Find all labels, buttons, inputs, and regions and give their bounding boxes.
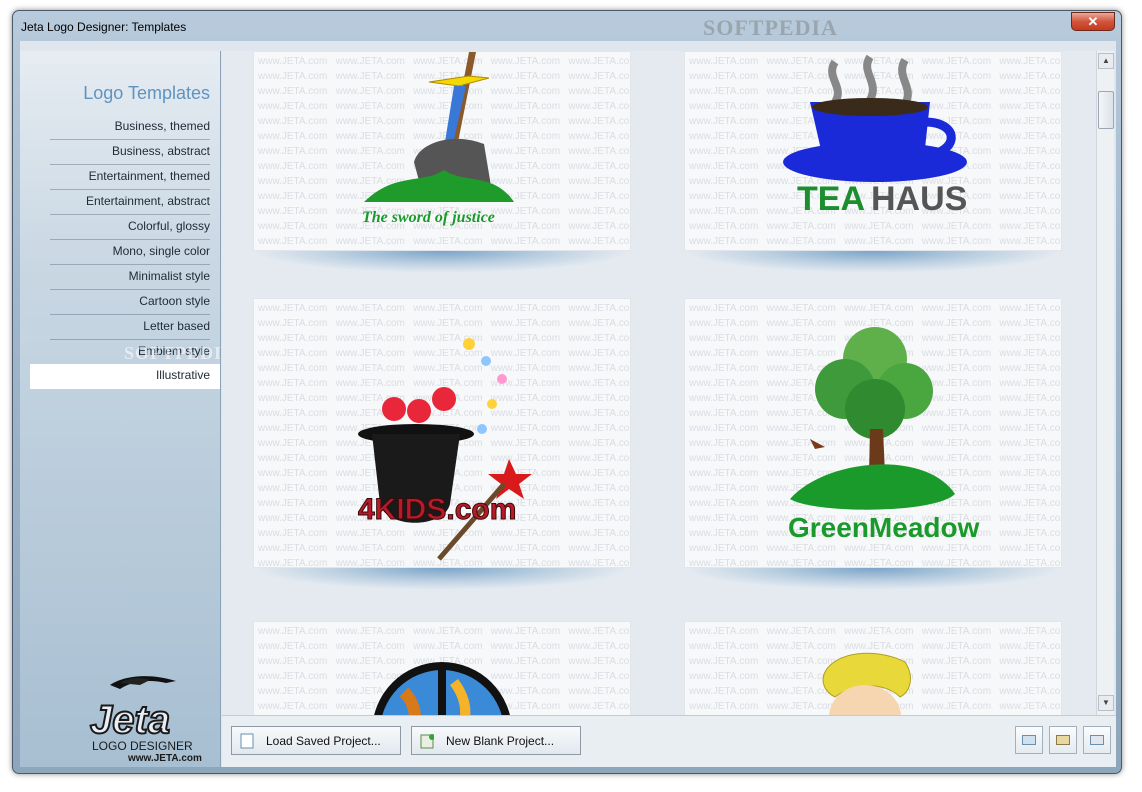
sidebar-item-minimalist-style[interactable]: Minimalist style [50,265,210,290]
tea-cup-logo-icon: TEA HAUS [783,54,967,218]
tree-logo-icon: GreenMeadow [788,327,980,543]
template-card-4kids[interactable]: www.JETA.com www.JETA.com www.JETA.com w… [253,298,631,568]
sidebar-item-mono-single-color[interactable]: Mono, single color [50,240,210,265]
sidebar-item-colorful-glossy[interactable]: Colorful, glossy [50,215,210,240]
card-shadow [684,568,1062,590]
view-large-icon[interactable] [1015,726,1043,754]
scroll-thumb[interactable] [1098,91,1114,129]
card-shadow [253,251,631,273]
vertical-scrollbar[interactable]: ▲ ▼ [1096,51,1114,715]
sidebar-item-business-themed[interactable]: Business, themed [50,115,210,140]
card-shadow [684,251,1062,273]
sidebar-item-illustrative[interactable]: Illustrative [30,364,220,389]
template-card-greenmeadow[interactable]: www.JETA.com www.JETA.com www.JETA.com w… [684,298,1062,568]
jeta-logo-icon: Jeta [89,676,176,743]
sword-logo-icon: The sword of justice [362,52,514,226]
close-button[interactable]: ✕ [1071,12,1115,31]
template-card-tea[interactable]: www.JETA.com www.JETA.com www.JETA.com w… [684,51,1062,251]
document-icon [240,733,254,749]
4kids-caption: 4KIDS.com [358,493,516,526]
new-blank-project-label: New Blank Project... [446,734,555,748]
title-bar: Jeta Logo Designer: Templates SOFTPEDIA … [13,11,1121,41]
greenmeadow-caption: GreenMeadow [788,512,980,543]
sidebar: Logo Templates Business, themed Business… [20,51,235,767]
sidebar-item-letter-based[interactable]: Letter based [50,315,210,340]
new-blank-project-button[interactable]: New Blank Project... [411,726,581,755]
globe-logo-icon [374,662,510,715]
scroll-up-arrow-icon[interactable]: ▲ [1098,53,1114,69]
cartoon-face-logo-icon [822,652,911,715]
sidebar-item-entertainment-themed[interactable]: Entertainment, themed [50,165,210,190]
template-grid: www.JETA.com www.JETA.com www.JETA.com w… [222,51,1096,715]
window-title: Jeta Logo Designer: Templates [21,20,187,34]
jeta-logo-text: Jeta [90,698,170,741]
scroll-down-arrow-icon[interactable]: ▼ [1098,695,1114,711]
bottom-toolbar: Load Saved Project... New Blank Project.… [222,715,1116,767]
app-window: Jeta Logo Designer: Templates SOFTPEDIA … [12,10,1122,774]
template-card-sword[interactable]: www.JETA.com www.JETA.com www.JETA.com w… [253,51,631,251]
tea-caption-a: TEA [797,180,865,218]
sidebar-item-entertainment-abstract[interactable]: Entertainment, abstract [50,190,210,215]
sidebar-heading: Logo Templates [83,83,210,103]
sword-caption: The sword of justice [362,209,495,226]
sidebar-item-business-abstract[interactable]: Business, abstract [50,140,210,165]
brand-url: www.JETA.com [128,753,202,764]
load-saved-project-label: Load Saved Project... [266,734,381,748]
new-project-icon [420,734,434,749]
view-list-icon[interactable] [1083,726,1111,754]
template-card-globe[interactable]: www.JETA.com www.JETA.com www.JETA.com w… [253,621,631,715]
jeta-brand: Jeta LOGO DESIGNER www.JETA.com [80,671,220,764]
template-card-cartoon[interactable]: www.JETA.com www.JETA.com www.JETA.com w… [684,621,1062,715]
sidebar-item-cartoon-style[interactable]: Cartoon style [50,290,210,315]
magic-hat-logo-icon: 4KIDS.com [358,338,532,561]
client-area: Logo Templates Business, themed Business… [20,41,1116,767]
card-shadow [253,568,631,590]
load-saved-project-button[interactable]: Load Saved Project... [231,726,401,755]
view-grid-icon[interactable] [1049,726,1077,754]
brand-subtitle: LOGO DESIGNER [92,739,193,753]
softpedia-watermark: SOFTPEDIA [703,15,838,40]
softpedia-watermark-2: SOFTPEDIA [124,343,237,363]
tea-caption-b: HAUS [871,180,967,218]
